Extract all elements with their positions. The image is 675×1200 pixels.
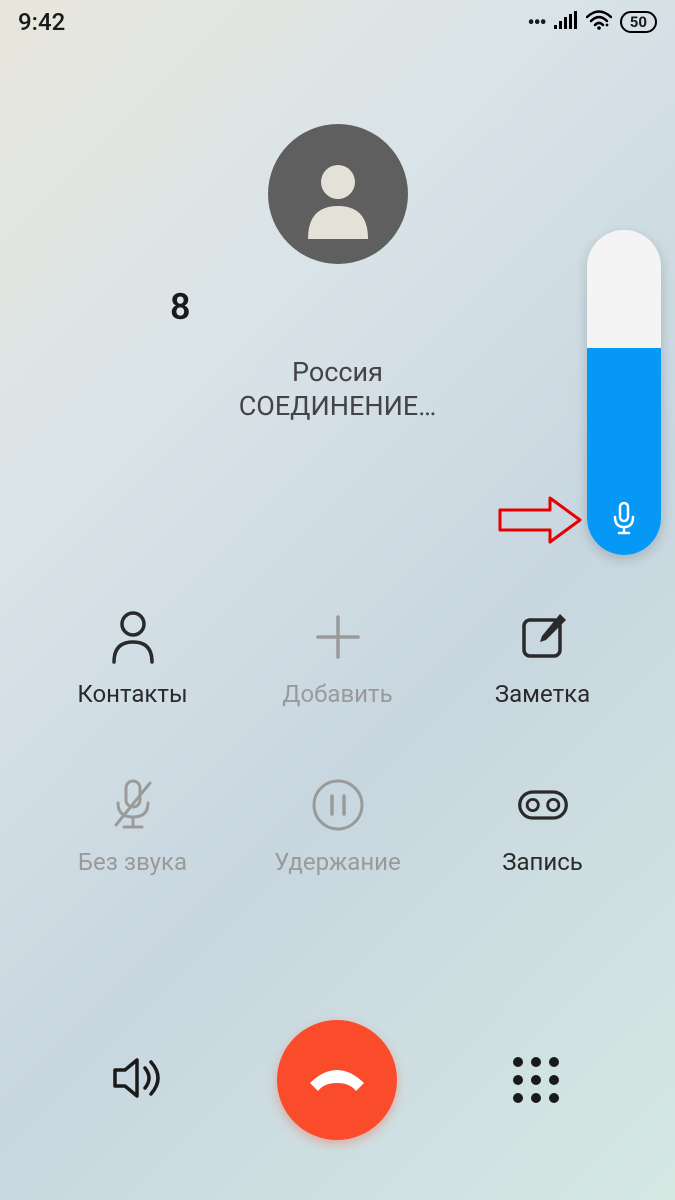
phone-number: 8 bbox=[0, 286, 675, 328]
avatar-container bbox=[0, 124, 675, 264]
note-button[interactable]: Заметка bbox=[450, 610, 635, 708]
country-label: Россия bbox=[0, 356, 675, 388]
volume-track-empty bbox=[587, 230, 661, 348]
actions-grid: Контакты Добавить Заметка bbox=[0, 610, 675, 876]
status-icons: ••• 50 bbox=[528, 10, 658, 34]
speaker-button[interactable] bbox=[99, 1040, 179, 1120]
call-status: СОЕДИНЕНИЕ… bbox=[0, 390, 675, 422]
signal-icon bbox=[554, 11, 578, 33]
note-label: Заметка bbox=[495, 680, 590, 708]
speaker-icon bbox=[111, 1054, 167, 1106]
more-dots-icon: ••• bbox=[528, 10, 546, 34]
record-label: Запись bbox=[502, 848, 583, 876]
add-label: Добавить bbox=[282, 680, 392, 708]
voicemail-icon bbox=[516, 778, 570, 832]
avatar bbox=[268, 124, 408, 264]
pause-circle-icon bbox=[311, 778, 365, 832]
arrow-annotation bbox=[495, 490, 585, 554]
record-button[interactable]: Запись bbox=[450, 778, 635, 876]
contacts-button[interactable]: Контакты bbox=[40, 610, 225, 708]
volume-track-fill bbox=[587, 348, 661, 555]
status-bar: 9:42 ••• 50 bbox=[0, 0, 675, 44]
person-icon bbox=[106, 610, 160, 664]
plus-icon bbox=[311, 610, 365, 664]
bottom-actions bbox=[0, 1020, 675, 1140]
contacts-label: Контакты bbox=[77, 680, 187, 708]
mute-button[interactable]: Без звука bbox=[40, 778, 225, 876]
end-call-button[interactable] bbox=[277, 1020, 397, 1140]
keypad-icon bbox=[513, 1057, 559, 1103]
battery-indicator: 50 bbox=[620, 11, 657, 33]
hold-button[interactable]: Удержание bbox=[245, 778, 430, 876]
phone-down-icon bbox=[306, 1063, 368, 1097]
microphone-icon bbox=[610, 501, 638, 541]
status-time: 9:42 bbox=[18, 8, 65, 36]
compose-icon bbox=[516, 610, 570, 664]
keypad-button[interactable] bbox=[496, 1040, 576, 1120]
mute-label: Без звука bbox=[78, 848, 187, 876]
hold-label: Удержание bbox=[274, 848, 401, 876]
mic-muted-icon bbox=[106, 778, 160, 832]
wifi-icon bbox=[586, 10, 612, 34]
add-button[interactable]: Добавить bbox=[245, 610, 430, 708]
volume-slider[interactable] bbox=[587, 230, 661, 555]
